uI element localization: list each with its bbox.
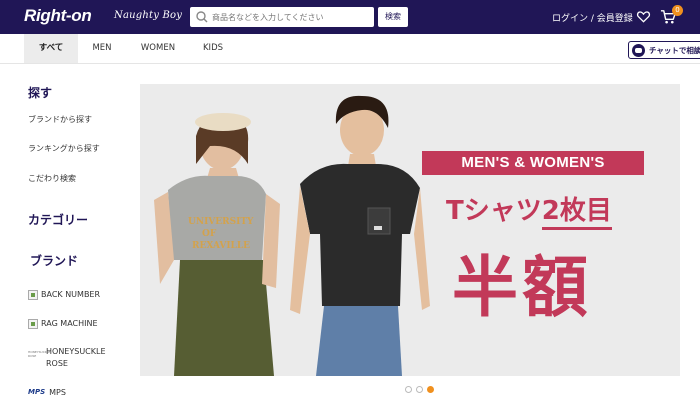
brand-item-back-number[interactable]: BACK NUMBER: [28, 289, 100, 301]
brand-name: HONEYSUCKLE ROSE: [46, 347, 106, 368]
search-heading: 探す: [28, 86, 53, 100]
carousel-dot-1[interactable]: [405, 386, 412, 393]
hero-banner[interactable]: UNIVERSITY OF REXAVILLE MEN'S & WOMEN'S …: [140, 84, 680, 376]
honeysuckle-rose-logo: HONEYSUCKLE ROSE: [28, 350, 51, 358]
banner-tshirt-word: Tシャツ: [446, 196, 542, 226]
search-input[interactable]: [212, 12, 372, 22]
mps-logo: MPS: [28, 388, 46, 396]
banner-half-price-text: 半額: [452, 249, 592, 326]
search-button[interactable]: 検索: [378, 7, 408, 27]
brand-name: BACK NUMBER: [41, 290, 101, 299]
tab-kids[interactable]: KIDS: [196, 34, 230, 63]
banner-tshirt-text: Tシャツ2枚目: [446, 190, 612, 230]
brand-item-rag-machine[interactable]: RAG MACHINE: [28, 318, 98, 330]
svg-text:OF: OF: [202, 229, 217, 239]
brand-item-honeysuckle-rose[interactable]: HONEYSUCKLE ROSE HONEYSUCKLE ROSE: [28, 346, 116, 370]
right-on-logo[interactable]: Right-on: [24, 6, 92, 26]
banner-ribbon-text: MEN'S & WOMEN'S: [422, 151, 644, 175]
chat-consult-button[interactable]: チャットで相談: [628, 41, 700, 59]
carousel-dot-3[interactable]: [427, 386, 434, 393]
top-header: Right-on Naughty Boy 検索 ログイン / 会員登録 0: [0, 0, 700, 34]
svg-text:REXAVILLE: REXAVILLE: [192, 241, 250, 251]
chat-icon: [632, 43, 645, 57]
heart-icon[interactable]: [636, 9, 651, 24]
svg-text:UNIVERSITY: UNIVERSITY: [188, 217, 254, 227]
search-icon: [196, 11, 208, 23]
chat-consult-label: チャットで相談: [649, 45, 700, 55]
category-nav: すべて MEN WOMEN KIDS: [0, 34, 700, 64]
sidebar-link-ranking[interactable]: ランキングから探す: [28, 143, 100, 154]
tab-all[interactable]: すべて: [24, 34, 78, 63]
tab-women[interactable]: WOMEN: [134, 34, 182, 63]
banner-second-item-text: 2枚目: [541, 196, 612, 230]
tab-men[interactable]: MEN: [84, 34, 120, 63]
carousel-dot-2[interactable]: [416, 386, 423, 393]
broken-image-icon: [28, 319, 38, 329]
brand-name: RAG MACHINE: [41, 319, 98, 328]
category-heading[interactable]: カテゴリー: [28, 211, 88, 228]
carousel-indicators: [405, 386, 434, 393]
login-register-link[interactable]: ログイン / 会員登録: [552, 11, 633, 24]
broken-image-icon: [28, 290, 38, 300]
sidebar-link-detailed-search[interactable]: こだわり検索: [28, 173, 76, 184]
sidebar-link-brand[interactable]: ブランドから探す: [28, 114, 92, 125]
brand-name: MPS: [49, 388, 66, 397]
search-box: [190, 7, 374, 27]
naughty-boy-logo[interactable]: Naughty Boy: [114, 10, 182, 21]
brand-heading[interactable]: ブランド: [30, 252, 78, 269]
banner-models-image: UNIVERSITY OF REXAVILLE: [154, 95, 430, 376]
brand-item-mps[interactable]: MPS MPS: [28, 387, 66, 399]
cart-count-badge: 0: [672, 5, 683, 16]
